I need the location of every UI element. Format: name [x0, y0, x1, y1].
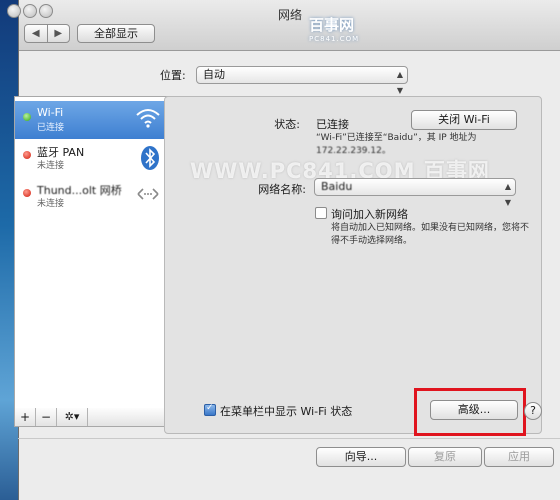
service-status: 未连接	[37, 161, 65, 171]
wifi-icon	[136, 109, 160, 128]
back-button[interactable]: ◀	[25, 25, 48, 42]
network-name-popup[interactable]: Baidu ▲ ▼	[314, 178, 516, 207]
highlight-box	[414, 388, 526, 436]
title-bar: 网络 ◀ ▶ 全部显示 百事网 PC841.COM	[7, 0, 560, 51]
show-in-menubar-checkbox[interactable]	[204, 403, 216, 416]
ask-join-description-line-2: 得不手动选择网络。	[331, 236, 413, 246]
window-title: 网络	[277, 8, 302, 22]
forward-button[interactable]: ▶	[48, 25, 70, 42]
popup-arrows-icon: ▲ ▼	[396, 70, 403, 95]
status-label: 状态:	[274, 118, 300, 131]
service-status: 未连接	[37, 199, 65, 209]
service-item-wifi[interactable]: Wi-Fi 已连接	[15, 101, 169, 139]
popup-arrows-icon: ▲ ▼	[504, 182, 511, 207]
turn-off-wifi-button[interactable]: 关闭 Wi-Fi	[411, 110, 517, 130]
site-logo: 百事网 PC841.COM	[309, 14, 429, 46]
disconnected-status-dot	[23, 151, 31, 159]
remove-service-button[interactable]: −	[36, 408, 57, 426]
service-item-bluetooth-pan[interactable]: 蓝牙 PAN 未连接	[15, 139, 169, 177]
service-status: 已连接	[37, 123, 65, 133]
connected-status-dot	[23, 113, 31, 121]
network-name-value: Baidu	[321, 180, 353, 193]
service-item-thunderbolt-bridge[interactable]: Thund...olt 网桥 未连接	[15, 177, 169, 215]
service-name: Wi-Fi	[37, 106, 64, 119]
location-value: 自动	[203, 68, 225, 81]
help-button[interactable]: ?	[524, 402, 542, 420]
site-logo-text: 百事网	[309, 16, 355, 34]
bridge-arrows-icon	[137, 188, 159, 200]
network-name-label: 网络名称:	[258, 183, 306, 196]
service-list: Wi-Fi 已连接 蓝牙 PAN 未连接 Thund...olt 网桥 未连接	[14, 96, 170, 410]
location-label: 位置:	[160, 69, 186, 82]
service-list-toolbar: + − ✲▾	[14, 408, 170, 427]
revert-button[interactable]: 复原	[408, 447, 482, 467]
gear-menu-button[interactable]: ✲▾	[57, 408, 88, 426]
ask-join-label: 询问加入新网络	[331, 208, 408, 221]
show-in-menubar-label: 在菜单栏中显示 Wi-Fi 状态	[220, 405, 353, 418]
show-all-button[interactable]: 全部显示	[77, 24, 155, 43]
footer-divider	[18, 438, 560, 439]
status-description-line-1: “Wi-Fi”已连接至“Baidu”，其 IP 地址为	[316, 133, 477, 143]
disconnected-status-dot	[23, 189, 31, 197]
ask-join-checkbox[interactable]	[315, 207, 327, 219]
site-logo-subtext: PC841.COM	[309, 35, 360, 43]
add-service-button[interactable]: +	[15, 408, 36, 426]
apply-button[interactable]: 应用	[484, 447, 554, 467]
status-value: 已连接	[316, 118, 349, 131]
ask-join-description-line-1: 将自动加入已知网络。如果没有已知网络，您将不	[331, 223, 530, 233]
bluetooth-icon	[141, 146, 159, 170]
location-popup[interactable]: 自动 ▲ ▼	[196, 66, 408, 95]
back-forward-control: ◀ ▶	[24, 24, 70, 43]
assist-me-button[interactable]: 向导...	[316, 447, 406, 467]
